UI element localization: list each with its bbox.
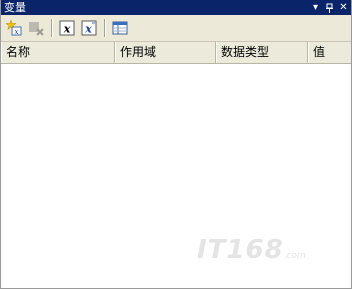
close-icon[interactable]: ✕ <box>337 1 350 14</box>
column-header-value[interactable]: 值 <box>308 42 351 63</box>
column-header-name[interactable]: 名称 <box>1 42 115 63</box>
x-variable-alt-icon: x <box>81 20 97 36</box>
delete-variable-button[interactable] <box>26 18 46 38</box>
add-variable-button[interactable]: x <box>4 18 24 38</box>
toolbar-separator <box>104 19 106 37</box>
window-title: 变量 <box>4 1 26 14</box>
delete-variable-icon <box>29 22 44 36</box>
column-header-row: 名称 作用域 数据类型 值 <box>1 42 351 64</box>
column-header-data-type[interactable]: 数据类型 <box>216 42 308 63</box>
column-header-scope[interactable]: 作用域 <box>115 42 216 63</box>
watermark-logo: IT168.com <box>197 235 306 265</box>
columns-icon <box>112 21 128 35</box>
add-variable-icon: x <box>6 20 22 36</box>
choose-columns-button[interactable] <box>110 18 130 38</box>
watermark-suffix: .com <box>283 251 306 261</box>
svg-text:x: x <box>84 23 92 36</box>
variables-window: 变量 ▾ ✕ x x x 名称 作用域 数据类型 值 IT168.com <box>0 0 352 289</box>
pin-icon[interactable] <box>323 1 336 14</box>
svg-text:x: x <box>63 23 71 36</box>
svg-text:x: x <box>15 28 19 36</box>
dropdown-icon[interactable]: ▾ <box>309 1 322 14</box>
toolbar-separator <box>51 19 53 37</box>
show-all-variables-button[interactable]: x <box>79 18 99 38</box>
watermark-text: IT168 <box>197 235 284 265</box>
title-bar: 变量 ▾ ✕ <box>1 0 351 15</box>
show-system-variables-button[interactable]: x <box>57 18 77 38</box>
toolbar: x x x <box>1 15 351 42</box>
x-variable-icon: x <box>59 20 75 36</box>
